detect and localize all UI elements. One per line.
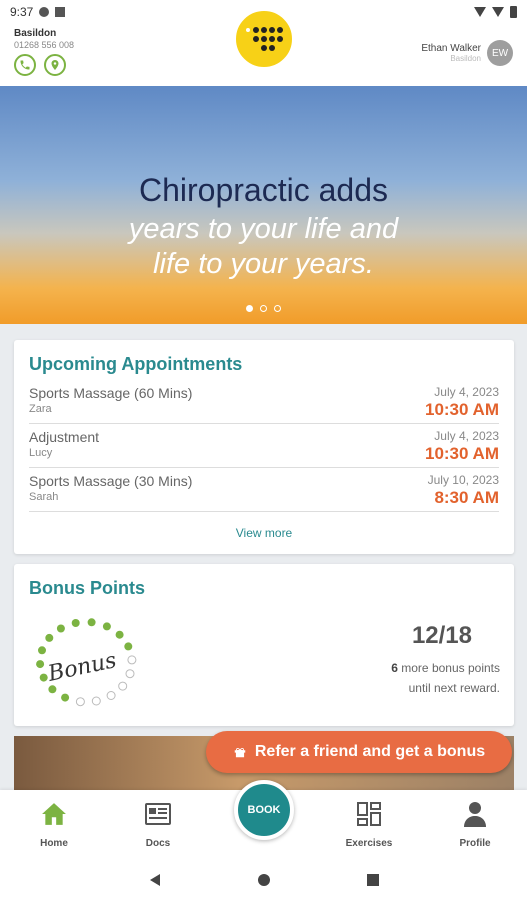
bonus-dot-filled xyxy=(115,630,124,639)
appointment-date: July 10, 2023 xyxy=(427,473,499,487)
user-profile-chip[interactable]: Ethan Walker Basildon EW xyxy=(421,40,513,66)
battery-icon xyxy=(510,6,517,18)
vpn-icon xyxy=(39,7,50,17)
bonus-remaining: 6 xyxy=(391,661,398,675)
nav-exercises-label: Exercises xyxy=(345,838,393,849)
nav-profile[interactable]: Profile xyxy=(435,800,515,849)
appointment-date: July 4, 2023 xyxy=(434,385,499,399)
bonus-title: Bonus Points xyxy=(29,578,145,598)
appointment-time: 10:30 AM xyxy=(424,400,499,419)
appointments-title: Upcoming Appointments xyxy=(29,354,243,374)
docs-icon xyxy=(145,803,171,825)
bonus-dot-empty xyxy=(118,681,128,691)
hero-headline: Chiropractic adds xyxy=(139,172,388,208)
appointment-staff: Sarah xyxy=(29,491,59,503)
user-location: Basildon xyxy=(450,54,481,63)
bonus-dot-filled xyxy=(124,642,133,651)
bonus-dot-filled xyxy=(56,624,65,633)
appointment-service: Sports Massage (60 Mins) xyxy=(29,385,193,401)
wifi-icon xyxy=(474,7,486,17)
status-time: 9:37 xyxy=(10,5,34,19)
appointments-card: Upcoming Appointments Sports Massage (60… xyxy=(14,340,514,554)
bonus-dot-empty xyxy=(91,696,101,706)
recents-icon[interactable] xyxy=(366,873,380,887)
bonus-dot-filled xyxy=(38,646,46,655)
book-button[interactable]: BOOK xyxy=(234,780,294,840)
bonus-dot-filled xyxy=(36,660,45,669)
bonus-points-card: Bonus Points Bonus 12/18 6 more bonus po… xyxy=(14,564,514,726)
bonus-dot-empty xyxy=(125,669,135,679)
bonus-dot-filled xyxy=(71,619,80,627)
appointment-row[interactable]: Sports Massage (60 Mins) Zara July 4, 20… xyxy=(29,380,499,424)
bonus-message-part1: more bonus points xyxy=(401,661,500,675)
refer-friend-button[interactable]: Refer a friend and get a bonus xyxy=(206,731,512,773)
bonus-dot-filled xyxy=(39,673,48,682)
nav-home[interactable]: Home xyxy=(14,800,94,849)
avatar: EW xyxy=(487,40,513,66)
appointment-staff: Lucy xyxy=(29,447,53,459)
carousel-dot-1[interactable] xyxy=(246,305,253,312)
logo-dots-icon xyxy=(246,27,283,51)
appointment-time: 10:30 AM xyxy=(424,444,499,463)
bonus-message-part2: until next reward. xyxy=(408,681,500,695)
bonus-progress-ring: Bonus xyxy=(32,616,140,708)
system-nav-bar xyxy=(0,860,527,900)
carousel-dot-2[interactable] xyxy=(260,305,267,312)
appointment-time: 8:30 AM xyxy=(434,488,499,507)
bonus-dot-filled xyxy=(102,622,111,631)
user-name: Ethan Walker xyxy=(421,43,481,54)
appointment-row[interactable]: Sports Massage (30 Mins) Sarah July 10, … xyxy=(29,468,499,512)
nav-exercises[interactable]: Exercises xyxy=(329,800,409,849)
nav-docs[interactable]: Docs xyxy=(118,800,198,849)
bonus-dot-filled xyxy=(61,693,70,702)
home-circle-icon[interactable] xyxy=(257,873,271,887)
appointment-date: July 4, 2023 xyxy=(434,429,499,443)
profile-icon xyxy=(464,802,486,827)
hero-tagline-2: life to your years. xyxy=(153,248,374,280)
bonus-dot-filled xyxy=(87,618,96,627)
nav-home-label: Home xyxy=(40,838,68,849)
bonus-ring-label: Bonus xyxy=(45,648,119,687)
carousel-dots xyxy=(0,305,527,312)
nav-profile-label: Profile xyxy=(459,838,491,849)
location-pin-icon[interactable] xyxy=(44,54,66,76)
home-icon xyxy=(42,803,66,825)
bonus-dot-filled xyxy=(45,633,54,642)
bonus-dot-empty xyxy=(75,697,85,707)
clinic-name: Basildon xyxy=(14,28,57,39)
nav-docs-label: Docs xyxy=(145,838,171,849)
appointment-service: Sports Massage (30 Mins) xyxy=(29,473,193,489)
bonus-dot-empty xyxy=(127,655,137,665)
notification-icon xyxy=(55,7,66,17)
clinic-phone: 01268 556 008 xyxy=(14,40,75,50)
phone-icon[interactable] xyxy=(14,54,36,76)
refer-friend-label: Refer a friend and get a bonus xyxy=(254,743,486,760)
hero-tagline-1: years to your life and xyxy=(128,213,399,245)
appointment-row[interactable]: Adjustment Lucy July 4, 2023 10:30 AM xyxy=(29,424,499,468)
back-icon[interactable] xyxy=(148,873,162,887)
view-more-link[interactable]: View more xyxy=(14,526,514,540)
gift-icon xyxy=(234,747,246,758)
appointment-staff: Zara xyxy=(29,403,52,415)
bonus-dot-filled xyxy=(48,685,57,694)
clinic-info: Basildon 01268 556 008 xyxy=(14,28,74,50)
bonus-message: 6 more bonus points until next reward. xyxy=(340,658,500,698)
appointment-service: Adjustment xyxy=(29,429,100,445)
carousel-dot-3[interactable] xyxy=(274,305,281,312)
bonus-dot-empty xyxy=(106,691,116,700)
clinic-logo xyxy=(233,8,295,70)
hero-banner[interactable]: Chiropractic adds years to your life and… xyxy=(0,86,527,324)
bonus-count: 12/18 xyxy=(411,622,472,649)
signal-icon xyxy=(492,7,504,17)
exercises-icon xyxy=(357,802,381,826)
